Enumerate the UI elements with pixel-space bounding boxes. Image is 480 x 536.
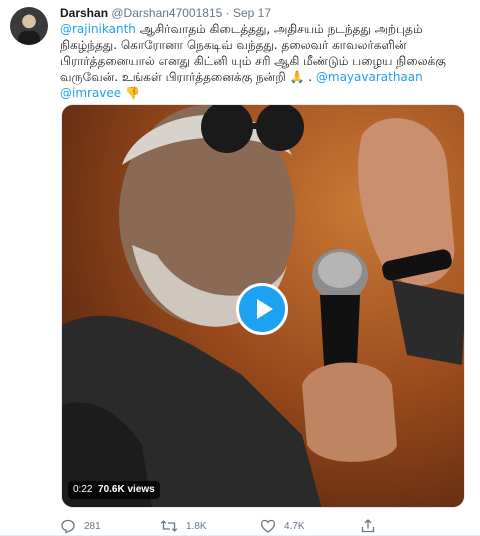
mention-imravee[interactable]: @imravee: [60, 86, 121, 100]
play-button[interactable]: [236, 283, 288, 335]
video-stats-badge: 0:22 70.6K views: [68, 481, 160, 499]
avatar[interactable]: [10, 7, 48, 45]
reply-count: 281: [84, 520, 101, 532]
tweet-text: @rajinikanth ஆசிர்வாதம் கிடைத்தது, அதிசய…: [60, 21, 460, 101]
like-button[interactable]: 4.7K: [260, 518, 305, 534]
separator-dot: ·: [225, 6, 230, 20]
video-duration: 0:22: [73, 484, 93, 495]
folded-hands-emoji: 🙏: [289, 70, 305, 84]
reply-button[interactable]: 281: [60, 518, 101, 534]
text-separator: .: [304, 70, 316, 84]
mention-mayavarathaan[interactable]: @mayavarathaan: [316, 70, 423, 84]
heart-icon: [260, 519, 276, 533]
retweet-button[interactable]: 1.8K: [160, 518, 207, 534]
like-count: 4.7K: [284, 520, 305, 532]
share-icon: [361, 519, 375, 533]
tweet-date[interactable]: Sep 17: [233, 6, 271, 20]
share-button[interactable]: [360, 518, 384, 534]
display-name[interactable]: Darshan: [60, 6, 108, 20]
tweet-actions: 281 1.8K 4.7K: [60, 518, 460, 534]
mention-rajinikanth[interactable]: @rajinikanth: [60, 22, 136, 36]
video-views: 70.6K views: [98, 484, 155, 495]
tweet[interactable]: Darshan @Darshan47001815 · Sep 17 @rajin…: [0, 0, 480, 536]
reply-icon: [61, 519, 75, 534]
thumbs-down-emoji: 👎: [125, 86, 140, 100]
tweet-header: Darshan @Darshan47001815 · Sep 17: [60, 6, 271, 20]
retweet-icon: [160, 520, 178, 532]
retweet-count: 1.8K: [186, 520, 207, 532]
play-icon: [256, 299, 273, 319]
user-handle[interactable]: @Darshan47001815: [111, 6, 222, 20]
video-player[interactable]: 0:22 70.6K views: [61, 104, 465, 508]
